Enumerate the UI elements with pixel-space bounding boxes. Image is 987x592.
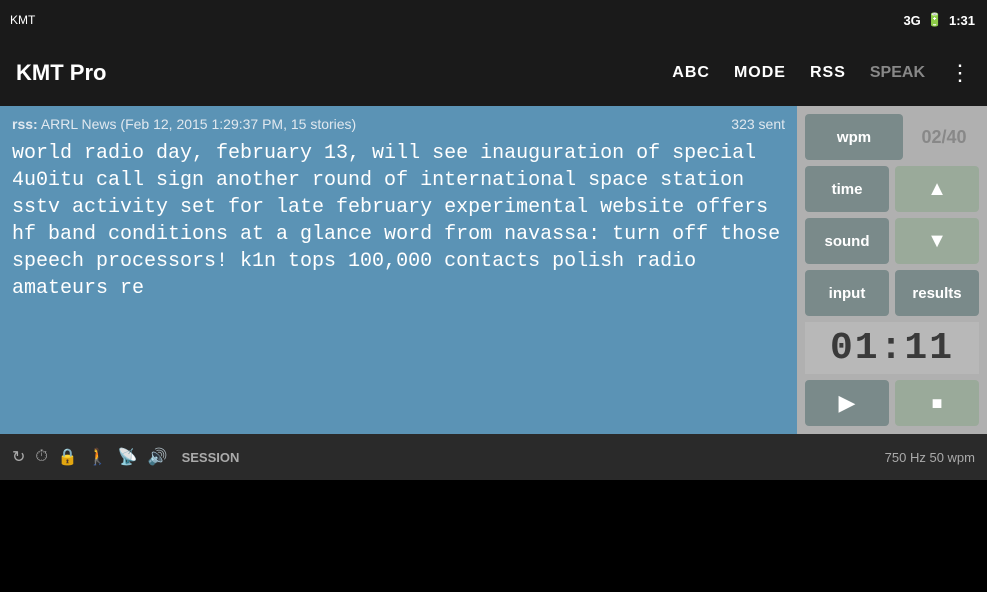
app-bar: KMT Pro ABC MODE RSS SPEAK ⋮	[0, 40, 987, 106]
session-label: SESSION	[182, 450, 240, 465]
app-name-status: KMT	[10, 13, 35, 27]
main-content: rss: ARRL News (Feb 12, 2015 1:29:37 PM,…	[0, 106, 987, 434]
clock-icon[interactable]: ⏱	[35, 448, 47, 466]
sound-down-button[interactable]: ▼	[895, 218, 979, 264]
wpm-button[interactable]: wpm	[805, 114, 903, 160]
bottom-bar: ↻ ⏱ 🔒 🚶 📡 🔊 SESSION 750 Hz 50 wpm	[0, 434, 987, 480]
battery-icon: 🔋	[927, 12, 943, 28]
play-button[interactable]: ▶	[805, 380, 889, 426]
app-bar-actions: ABC MODE RSS SPEAK ⋮	[672, 60, 971, 86]
speak-button[interactable]: SPEAK	[870, 64, 925, 82]
wpm-value: 02/40	[909, 127, 979, 148]
antenna-icon[interactable]: 📡	[118, 447, 138, 467]
more-options-button[interactable]: ⋮	[949, 60, 971, 86]
rss-button[interactable]: RSS	[810, 64, 846, 82]
playback-row: ▶ ■	[805, 380, 979, 426]
freq-info: 750 Hz 50 wpm	[885, 450, 975, 465]
lock-icon[interactable]: 🔒	[58, 447, 78, 467]
time-display: 1:31	[949, 13, 975, 28]
stop-button[interactable]: ■	[895, 380, 979, 426]
app-title: KMT Pro	[16, 60, 652, 86]
rss-info: rss: ARRL News (Feb 12, 2015 1:29:37 PM,…	[12, 116, 356, 132]
abc-button[interactable]: ABC	[672, 64, 710, 82]
time-row: time ▲	[805, 166, 979, 212]
sound-button[interactable]: sound	[805, 218, 889, 264]
rss-label: rss:	[12, 116, 38, 132]
time-up-button[interactable]: ▲	[895, 166, 979, 212]
news-text: world radio day, february 13, will see i…	[12, 140, 785, 302]
status-icons: 3G 🔋 1:31	[903, 12, 975, 28]
status-bar: KMT 3G 🔋 1:31	[0, 0, 987, 40]
speaker-icon[interactable]: 🔊	[148, 447, 168, 467]
wpm-row: wpm 02/40	[805, 114, 979, 160]
refresh-icon[interactable]: ↻	[12, 447, 25, 467]
rss-source: ARRL News (Feb 12, 2015 1:29:37 PM, 15 s…	[41, 116, 356, 132]
time-button[interactable]: time	[805, 166, 889, 212]
sent-count: 323 sent	[731, 116, 785, 132]
network-icon: 3G	[903, 13, 920, 28]
person-icon[interactable]: 🚶	[88, 447, 108, 467]
rss-header: rss: ARRL News (Feb 12, 2015 1:29:37 PM,…	[12, 116, 785, 132]
timer-display: 01:11	[805, 322, 979, 374]
mode-button[interactable]: MODE	[734, 64, 786, 82]
input-button[interactable]: input	[805, 270, 889, 316]
right-panel: wpm 02/40 time ▲ sound ▼ input results 0…	[797, 106, 987, 434]
results-button[interactable]: results	[895, 270, 979, 316]
input-results-row: input results	[805, 270, 979, 316]
sound-row: sound ▼	[805, 218, 979, 264]
text-panel: rss: ARRL News (Feb 12, 2015 1:29:37 PM,…	[0, 106, 797, 434]
